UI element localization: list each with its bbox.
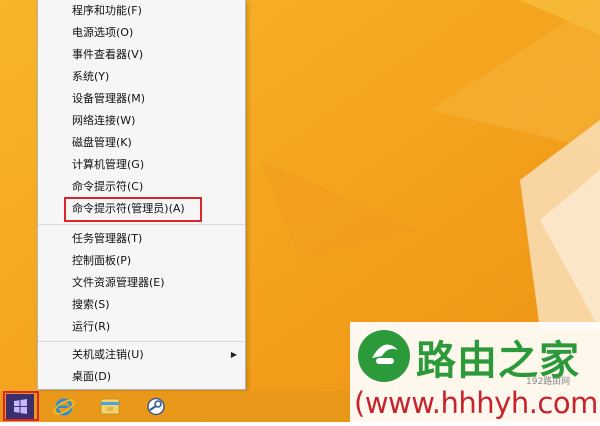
menu-item-desktop[interactable]: 桌面(D) [38, 367, 245, 387]
menu-separator [38, 341, 245, 342]
taskbar-steam-button[interactable] [136, 391, 176, 422]
menu-item-shutdown-label: 关机或注销(U) [72, 348, 144, 361]
menu-item-computer-management[interactable]: 计算机管理(G) [38, 155, 245, 175]
menu-item-control-panel[interactable]: 控制面板(P) [38, 251, 245, 271]
menu-item-shutdown[interactable]: 关机或注销(U) ▶ [38, 345, 245, 365]
menu-item-run[interactable]: 运行(R) [38, 317, 245, 337]
submenu-arrow-icon: ▶ [230, 350, 237, 359]
start-highlight-box [3, 391, 39, 421]
menu-item-file-explorer[interactable]: 文件资源管理器(E) [38, 273, 245, 293]
file-explorer-icon [100, 398, 120, 415]
menu-separator [38, 224, 245, 225]
menu-item-programs-features[interactable]: 程序和功能(F) [38, 1, 245, 21]
menu-item-device-manager[interactable]: 设备管理器(M) [38, 89, 245, 109]
menu-item-search[interactable]: 搜索(S) [38, 295, 245, 315]
taskbar-explorer-button[interactable] [90, 391, 130, 422]
internet-explorer-icon [53, 398, 75, 416]
taskbar-ie-button[interactable] [44, 391, 84, 422]
highlight-box [64, 197, 202, 222]
winx-menu: 程序和功能(F) 电源选项(O) 事件查看器(V) 系统(Y) 设备管理器(M)… [37, 0, 246, 390]
menu-item-power-options[interactable]: 电源选项(O) [38, 23, 245, 43]
menu-item-system[interactable]: 系统(Y) [38, 67, 245, 87]
steam-icon [147, 397, 165, 416]
menu-item-task-manager[interactable]: 任务管理器(T) [38, 229, 245, 249]
menu-item-disk-management[interactable]: 磁盘管理(K) [38, 133, 245, 153]
menu-item-command-prompt[interactable]: 命令提示符(C) [38, 177, 245, 197]
menu-item-network[interactable]: 网络连接(W) [38, 111, 245, 131]
watermark-url: (www.hhhyh.com) [354, 386, 600, 420]
watermark: 路由之家 192路由网 (www.hhhyh.com) [350, 322, 600, 422]
menu-item-event-viewer[interactable]: 事件查看器(V) [38, 45, 245, 65]
watermark-logo-icon [358, 330, 410, 382]
desktop: 程序和功能(F) 电源选项(O) 事件查看器(V) 系统(Y) 设备管理器(M)… [0, 0, 600, 422]
